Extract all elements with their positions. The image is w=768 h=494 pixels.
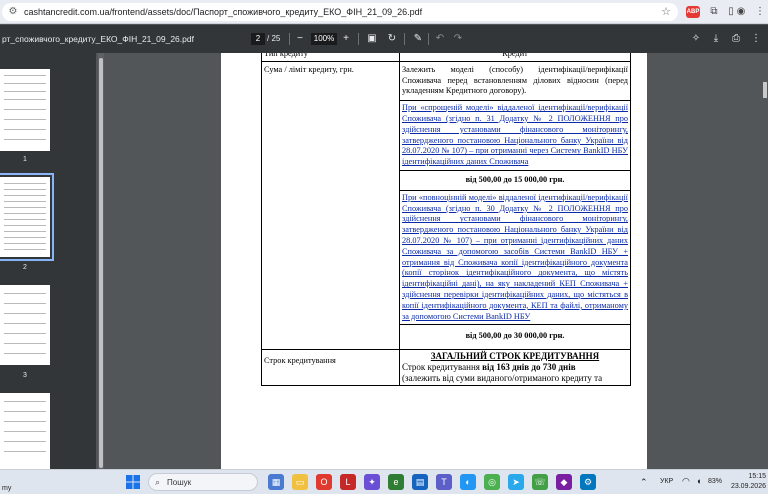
page-thumbnail-1[interactable] (0, 69, 50, 151)
table-cell-label: Строк кредитування (261, 349, 400, 386)
credit-term-note: (залежить від суми виданого/отриманого к… (402, 372, 603, 383)
zoom-out-icon[interactable]: − (292, 31, 308, 47)
page-number-input[interactable]: 2 (251, 33, 265, 45)
simplified-model-text[interactable]: При «спрощеній моделі» віддаленої іденти… (402, 101, 628, 168)
app-icon[interactable]: ◆ (556, 474, 572, 490)
zoom-level-input[interactable]: 100% (311, 33, 337, 45)
document-scrollbar-thumb[interactable] (763, 82, 767, 98)
credit-term-text: Строк кредитування від 163 днів до 730 д… (402, 362, 628, 373)
toolbar-divider (428, 33, 429, 45)
thumbnail-sidebar: 1 2 3 (0, 53, 96, 469)
battery-indicator[interactable]: 83% (708, 477, 722, 487)
browser-address-bar: cashtancredit.com.ua/frontend/assets/doc… (0, 0, 768, 24)
windows-taskbar: my ⌕ Пошук ▦ ▭ O L ✦ e ▤ T ◐ ◎ ➤ ☏ ◆ ⚙ ⌃… (0, 469, 768, 494)
keyboard-language[interactable]: УКР (660, 477, 673, 487)
download-icon[interactable]: ⤓ (708, 31, 724, 47)
app-l-icon[interactable]: L (340, 474, 356, 490)
redo-icon[interactable]: ↷ (450, 31, 466, 47)
chrome-icon[interactable]: ◎ (484, 474, 500, 490)
taskbar-search-placeholder: Пошук (167, 478, 192, 487)
site-info-icon[interactable]: ⚙ (6, 5, 20, 19)
print-icon[interactable]: ⎙ (728, 31, 744, 47)
thumbnail-number: 1 (23, 156, 27, 163)
taskbar-search-box[interactable]: ⌕ Пошук (148, 473, 258, 491)
pdf-toolbar: рт_споживчого_кредиту_ЕКО_ФІН_21_09_26.p… (0, 25, 768, 53)
photos-icon[interactable]: ◐ (460, 474, 476, 490)
table-cell-value: ЗАГАЛЬНИЙ СТРОК КРЕДИТУВАННЯ Строк креди… (399, 349, 631, 386)
table-cell-value: Кредит (399, 53, 631, 62)
settings-app-icon[interactable]: ⚙ (580, 474, 596, 490)
page-thumbnail-2[interactable] (0, 173, 54, 261)
table-row: Сума / ліміт кредиту, грн. Залежить моде… (261, 60, 631, 351)
extensions-puzzle-icon[interactable]: ⧉ (706, 4, 722, 20)
edge-icon[interactable]: e (388, 474, 404, 490)
pdf-file-title: рт_споживчого_кредиту_ЕКО_ФІН_21_09_26.p… (2, 34, 194, 44)
opera-icon[interactable]: O (316, 474, 332, 490)
url-field[interactable]: cashtancredit.com.ua/frontend/assets/doc… (2, 3, 678, 21)
page-thumbnail-3[interactable] (0, 285, 50, 365)
toolbar-divider (358, 33, 359, 45)
full-model-text[interactable]: При «повноцінній моделі» віддаленої іден… (402, 191, 628, 323)
full-model-amount: від 500,00 до 30 000,00 грн. (465, 331, 565, 341)
annotate-icon[interactable]: ✧ (688, 31, 704, 47)
store-icon[interactable]: ▤ (412, 474, 428, 490)
clock-time[interactable]: 15:15 (742, 472, 766, 482)
toolbar-divider (404, 33, 405, 45)
table-cell-label: Сума / ліміт кредиту, грн. (261, 60, 400, 351)
profile-avatar-icon[interactable]: ◉ (733, 4, 749, 20)
undo-icon[interactable]: ↶ (432, 31, 448, 47)
viber-icon[interactable]: ☏ (532, 474, 548, 490)
teams-icon[interactable]: T (436, 474, 452, 490)
credit-term-text-pre: Строк кредитування (402, 361, 483, 372)
table-row: Тип кредиту Кредит (261, 53, 631, 62)
wifi-icon[interactable]: ◠ (682, 476, 690, 486)
file-explorer-icon[interactable]: ▭ (292, 474, 308, 490)
tray-chevron-icon[interactable]: ⌃ (640, 477, 648, 487)
thumbnail-number: 3 (23, 372, 27, 379)
taskbar-left-text: my (2, 485, 12, 492)
sidebar-scrollbar-thumb[interactable] (99, 58, 103, 468)
credit-terms-table: Тип кредиту Кредит Сума / ліміт кредиту,… (261, 53, 631, 386)
page-thumbnail-4[interactable] (0, 393, 50, 469)
telegram-icon[interactable]: ➤ (508, 474, 524, 490)
toolbar-divider (289, 33, 290, 45)
zoom-in-icon[interactable]: + (338, 31, 354, 47)
credit-term-range: від 163 днів до 730 днів (482, 361, 576, 372)
general-term-heading: ЗАГАЛЬНИЙ СТРОК КРЕДИТУВАННЯ (430, 351, 600, 362)
volume-icon[interactable]: ◖ (696, 476, 701, 486)
page-total-label: / 25 (267, 34, 281, 43)
search-icon: ⌕ (155, 477, 161, 487)
bookmark-star-icon[interactable]: ☆ (658, 4, 674, 20)
copilot-icon[interactable]: ✦ (364, 474, 380, 490)
table-cell-value: Залежить моделі (способу) ідентифікації/… (399, 60, 631, 351)
windows-start-icon[interactable] (125, 474, 141, 490)
credit-amount-intro: Залежить моделі (способу) ідентифікації/… (402, 64, 628, 96)
browser-menu-icon[interactable]: ⋮ (752, 4, 768, 20)
adblock-extension-icon[interactable]: ABP (686, 6, 700, 18)
draw-icon[interactable]: ✎ (410, 31, 426, 47)
rotate-icon[interactable]: ↻ (384, 31, 400, 47)
task-view-icon[interactable]: ▦ (268, 474, 284, 490)
pdf-page: Тип кредиту Кредит Сума / ліміт кредиту,… (221, 53, 647, 469)
thumbnail-number: 2 (23, 264, 27, 271)
clock-date[interactable]: 23.09.2026 (728, 482, 766, 492)
more-actions-icon[interactable]: ⋮ (748, 31, 764, 47)
table-row: Строк кредитування ЗАГАЛЬНИЙ СТРОК КРЕДИ… (261, 349, 631, 386)
fit-page-icon[interactable]: ▣ (364, 31, 380, 47)
document-scrollbar[interactable] (762, 53, 768, 469)
simplified-model-amount: від 500,00 до 15 000,00 грн. (465, 174, 565, 184)
table-cell-label: Тип кредиту (261, 53, 400, 62)
